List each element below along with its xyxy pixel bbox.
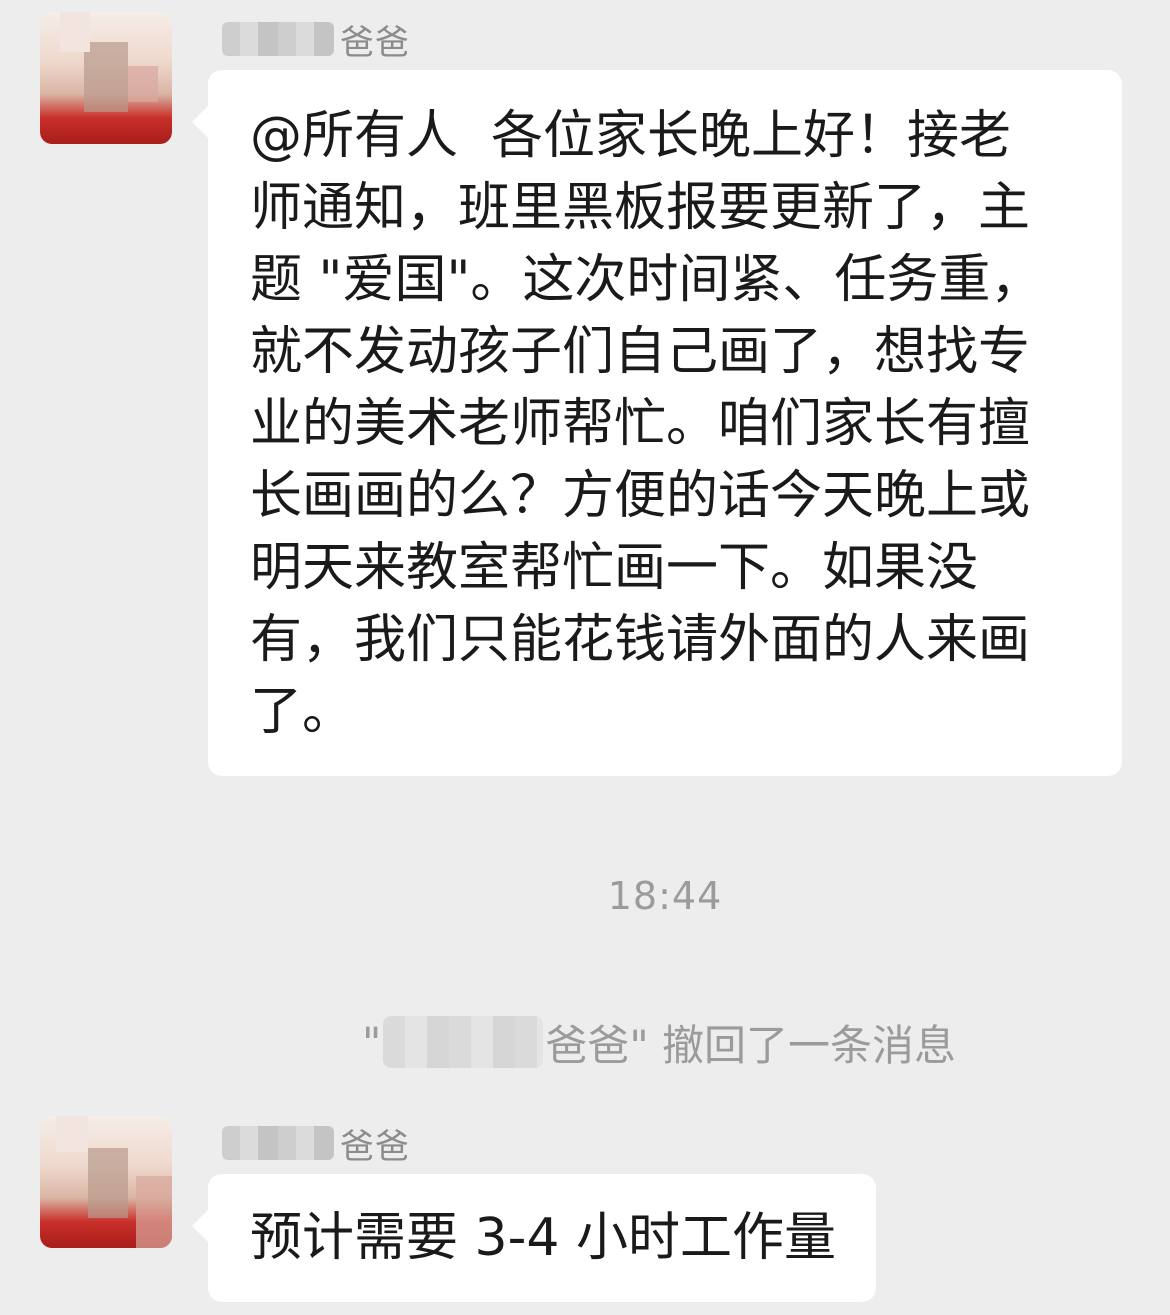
message-bubble[interactable]: 预计需要 3-4 小时工作量 xyxy=(192,1174,876,1302)
message-bubble[interactable]: @所有人 各位家长晚上好！接老 师通知，班里黑板报要更新了，主 题 "爱国"。这… xyxy=(192,70,1122,776)
sender-avatar[interactable] xyxy=(40,12,172,144)
message-line: 业的美术老师帮忙。咱们家长有擅 xyxy=(250,394,1031,454)
message-line: 就不发动孩子们自己画了，想找专 xyxy=(250,322,1031,382)
message-line: 了。 xyxy=(250,682,355,742)
name-redaction xyxy=(222,22,334,56)
recall-open-quote: " xyxy=(362,1017,382,1067)
message-timestamp: 18:44 xyxy=(607,874,723,918)
message-line: 长画画的么？方便的话今天晚上或 xyxy=(250,466,1031,526)
message-line: @所有人 各位家长晚上好！接老 xyxy=(250,106,1012,166)
message-line: 题 "爱国"。这次时间紧、任务重， xyxy=(250,250,1043,310)
name-redaction xyxy=(222,1126,334,1160)
recall-text: 爸爸" 撤回了一条消息 xyxy=(545,1020,956,1070)
sender-avatar[interactable] xyxy=(40,1116,172,1248)
sender-name-suffix: 爸爸 xyxy=(340,22,410,63)
recall-notice: " 爸爸" 撤回了一条消息 xyxy=(362,1012,956,1072)
sender-name: 爸爸 xyxy=(222,14,410,64)
sender-name-suffix: 爸爸 xyxy=(340,1126,410,1167)
message-line: 明天来教室帮忙画一下。如果没 xyxy=(250,538,979,598)
message-line: 师通知，班里黑板报要更新了，主 xyxy=(250,178,1031,238)
name-redaction xyxy=(383,1016,544,1068)
message-line: 有，我们只能花钱请外面的人来画 xyxy=(250,610,1031,670)
sender-name: 爸爸 xyxy=(222,1118,410,1168)
message-text: 预计需要 3-4 小时工作量 xyxy=(250,1208,836,1268)
